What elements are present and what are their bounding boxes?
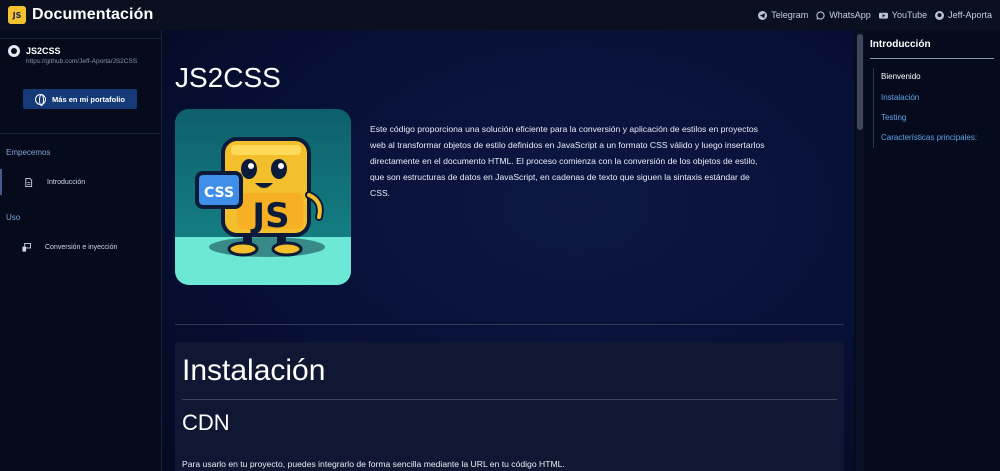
document-icon	[25, 177, 33, 187]
install-text: Para usarlo en tu proyecto, puedes integ…	[182, 459, 565, 469]
telegram-label: Telegram	[771, 10, 809, 20]
whatsapp-label: WhatsApp	[829, 10, 871, 20]
youtube-icon	[878, 12, 888, 19]
app-title[interactable]: Documentación	[32, 6, 153, 24]
divider	[870, 58, 994, 59]
app-logo-icon[interactable]: JS	[8, 6, 26, 24]
github-icon	[935, 10, 945, 20]
portfolio-button-label: Más en mi portafolio	[52, 94, 125, 104]
section-title-empecemos: Empecemos	[6, 148, 51, 157]
telegram-icon	[758, 10, 768, 20]
sidebar-item-label: Conversión e inyección	[45, 243, 118, 251]
hero-image: JS CSS	[175, 109, 351, 285]
toc-item-testing[interactable]: Testing	[881, 113, 906, 122]
whatsapp-icon	[816, 10, 825, 20]
main-content: JS2CSS JS CSS Este código proporciona un…	[162, 30, 854, 471]
youtube-label: YouTube	[891, 10, 928, 20]
toc-rail	[873, 68, 874, 148]
page-title: JS2CSS	[175, 62, 281, 93]
toc-item-caracteristicas[interactable]: Características principales:	[881, 133, 977, 142]
repo-url[interactable]: https://github.com/Jeff-Aporta/JS2CSS	[26, 58, 153, 65]
sidebar: JS2CSS https://github.com/Jeff-Aporta/JS…	[0, 30, 162, 471]
toc-title: Introducción	[870, 39, 931, 50]
hero-badge-css: CSS	[204, 185, 234, 201]
js2css-mascot-icon: JS CSS	[175, 109, 351, 285]
install-section: Instalación CDN Para usarlo en tu proyec…	[175, 342, 844, 471]
sidebar-item-introduccion[interactable]: Introducción	[0, 169, 162, 195]
repo-name[interactable]: JS2CSS	[26, 46, 61, 56]
scrollbar-thumb[interactable]	[857, 34, 863, 130]
intro-description: Este código proporciona una solución efi…	[370, 124, 765, 198]
convert-icon	[22, 242, 31, 252]
whatsapp-link[interactable]: WhatsApp	[816, 10, 871, 20]
github-icon	[8, 45, 20, 57]
install-heading: Instalación	[182, 354, 326, 387]
table-of-contents: Introducción Bienvenido Instalación Test…	[866, 30, 1000, 471]
repo-card: JS2CSS https://github.com/Jeff-Aporta/JS…	[0, 38, 161, 134]
main-scrollbar[interactable]	[856, 32, 864, 471]
sidebar-item-label: Introducción	[47, 178, 86, 186]
globe-icon	[35, 93, 47, 106]
youtube-link[interactable]: YouTube	[878, 10, 928, 20]
toc-item-bienvenido[interactable]: Bienvenido	[881, 72, 921, 81]
social-links: Telegram WhatsApp YouTube Jeff-Aporta	[758, 10, 992, 20]
sidebar-item-conversion[interactable]: Conversión e inyección	[0, 234, 162, 260]
divider	[175, 324, 844, 325]
cdn-heading: CDN	[182, 410, 230, 435]
telegram-link[interactable]: Telegram	[758, 10, 808, 20]
divider	[182, 399, 837, 400]
github-label: Jeff-Aporta	[948, 10, 992, 20]
github-link[interactable]: Jeff-Aporta	[935, 10, 992, 20]
section-title-uso: Uso	[6, 213, 21, 222]
portfolio-button[interactable]: Más en mi portafolio	[23, 89, 137, 109]
top-bar: JS Documentación Telegram WhatsApp YouTu…	[0, 0, 1000, 30]
toc-item-instalacion[interactable]: Instalación	[881, 93, 919, 102]
hero-badge-js: JS	[250, 196, 289, 236]
